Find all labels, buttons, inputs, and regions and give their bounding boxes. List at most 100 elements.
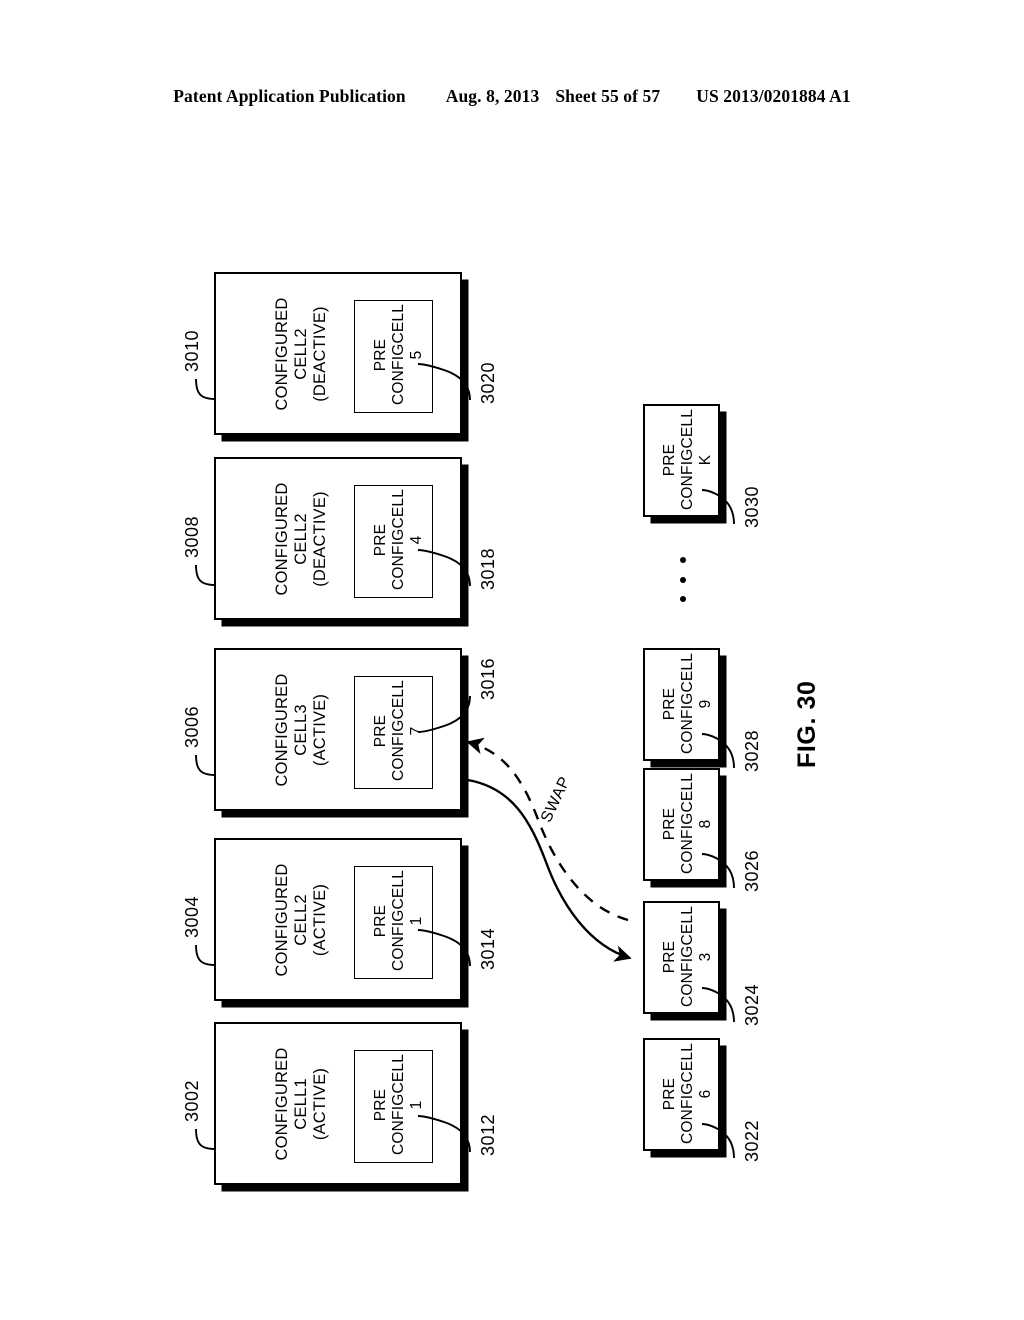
ref-numeral-3028: 3028 — [742, 729, 762, 772]
preconfig-box-3016: PRE CONFIGCELL 7 — [354, 676, 433, 789]
preconfig-box-text-3018: PRE CONFIGCELL 4 — [372, 489, 426, 590]
ref-numeral-3014: 3014 — [478, 927, 498, 970]
configured-cell-card-3002: CONFIGURED CELL1 (ACTIVE) PRE CONFIGCELL… — [214, 1022, 462, 1185]
pre-line-1: PRE — [661, 687, 678, 721]
ref-numeral-3024: 3024 — [742, 983, 762, 1026]
cfg-line-3: (DEACTIVE) — [311, 306, 330, 402]
pre-line-2: CONFIGCELL — [389, 679, 407, 781]
leader-line-3010 — [195, 378, 216, 400]
pre-line-1: PRE — [372, 523, 389, 557]
pre-line-3: 8 — [696, 819, 714, 829]
preconfig-box-3018: PRE CONFIGCELL 4 — [354, 485, 433, 598]
pre-line-1: PRE — [661, 443, 678, 477]
pre-line-2: CONFIGCELL — [678, 652, 696, 754]
configured-cell-card-3008: CONFIGURED CELL2 (DEACTIVE) PRE CONFIGCE… — [214, 457, 462, 620]
figure-label: FIG. 30 — [793, 680, 821, 768]
cfg-line-1: CONFIGURED — [273, 673, 291, 787]
cfg-line-3: (DEACTIVE) — [311, 491, 330, 587]
preconfig-box-text-3012: PRE CONFIGCELL 1 — [372, 1053, 426, 1155]
ref-numeral-3016: 3016 — [478, 657, 498, 700]
cfg-line-3: (ACTIVE) — [311, 883, 330, 957]
preconfig-cell-text-3028: PRE CONFIGCELL 9 — [661, 652, 715, 754]
swap-label: SWAP — [538, 774, 574, 826]
ellipsis-dot — [680, 596, 686, 602]
ref-numeral-3022: 3022 — [742, 1119, 762, 1162]
preconfig-cell-text-3030: PRE CONFIGCELL K — [661, 408, 715, 510]
configured-cell-card-3006: CONFIGURED CELL3 (ACTIVE) PRE CONFIGCELL… — [214, 648, 462, 811]
preconfig-cell-text-3026: PRE CONFIGCELL 8 — [661, 772, 715, 874]
pre-line-3: 7 — [407, 726, 425, 736]
pre-line-2: CONFIGCELL — [678, 408, 696, 510]
preconfig-box-3012: PRE CONFIGCELL 1 — [354, 1050, 433, 1163]
configured-cell-card-3004: CONFIGURED CELL2 (ACTIVE) PRE CONFIGCELL… — [214, 838, 462, 1001]
ref-numeral-3012: 3012 — [478, 1113, 498, 1156]
pre-line-1: PRE — [372, 1088, 389, 1122]
ref-numeral-3008: 3008 — [182, 515, 202, 558]
preconfig-cell-card-3030: PRE CONFIGCELL K — [643, 404, 720, 517]
cfg-line-2: CELL1 — [292, 1078, 311, 1130]
preconfig-cell-card-3024: PRE CONFIGCELL 3 — [643, 901, 720, 1014]
cfg-line-3: (ACTIVE) — [311, 693, 330, 767]
ellipsis-dot — [680, 557, 686, 563]
pre-line-3: 9 — [696, 699, 714, 709]
preconfig-box-text-3014: PRE CONFIGCELL 1 — [372, 869, 426, 971]
pre-line-1: PRE — [372, 904, 389, 938]
cfg-line-3: (ACTIVE) — [311, 1067, 330, 1141]
leader-line-3002 — [195, 1128, 216, 1150]
pre-line-3: 1 — [407, 916, 425, 926]
pre-line-2: CONFIGCELL — [389, 1053, 407, 1155]
pre-line-1: PRE — [661, 1077, 678, 1111]
leader-line-3004 — [195, 944, 216, 966]
cfg-line-1: CONFIGURED — [273, 1047, 291, 1161]
configured-cell-text-3010: CONFIGURED CELL2 (DEACTIVE) — [273, 279, 330, 429]
pre-line-1: PRE — [372, 338, 389, 372]
swap-arrow-dashed-to-configcell7 — [466, 737, 629, 922]
patent-figure-30: CONFIGURED CELL2 (DEACTIVE) PRE CONFIGCE… — [0, 0, 1024, 1320]
pre-line-3: K — [696, 454, 714, 466]
cfg-line-2: CELL2 — [292, 894, 311, 946]
preconfig-box-3014: PRE CONFIGCELL 1 — [354, 866, 433, 979]
ref-numeral-3010: 3010 — [182, 329, 202, 372]
pre-line-3: 4 — [407, 535, 425, 545]
preconfig-box-3020: PRE CONFIGCELL 5 — [354, 300, 433, 413]
pre-line-2: CONFIGCELL — [678, 1042, 696, 1144]
configured-cell-text-3008: CONFIGURED CELL2 (DEACTIVE) — [273, 464, 330, 614]
pre-line-1: PRE — [661, 807, 678, 841]
pre-line-3: 3 — [696, 952, 714, 962]
configured-cell-card-3010: CONFIGURED CELL2 (DEACTIVE) PRE CONFIGCE… — [214, 272, 462, 435]
ref-numeral-3020: 3020 — [478, 361, 498, 404]
ref-numeral-3018: 3018 — [478, 547, 498, 590]
pre-line-3: 6 — [696, 1089, 714, 1099]
preconfig-cell-card-3026: PRE CONFIGCELL 8 — [643, 768, 720, 881]
cfg-line-2: CELL2 — [292, 328, 311, 380]
preconfig-box-text-3020: PRE CONFIGCELL 5 — [372, 303, 426, 405]
pre-line-3: 1 — [407, 1100, 425, 1110]
cfg-line-2: CELL2 — [292, 513, 311, 565]
pre-line-2: CONFIGCELL — [389, 869, 407, 971]
pre-line-2: CONFIGCELL — [678, 772, 696, 874]
ref-numeral-3026: 3026 — [742, 849, 762, 892]
leader-line-3006 — [195, 754, 216, 776]
ref-numeral-3006: 3006 — [182, 705, 202, 748]
cfg-line-2: CELL3 — [292, 704, 311, 756]
preconfig-cell-card-3022: PRE CONFIGCELL 6 — [643, 1038, 720, 1151]
pre-line-2: CONFIGCELL — [389, 303, 407, 405]
cfg-line-1: CONFIGURED — [273, 297, 291, 411]
cfg-line-1: CONFIGURED — [273, 482, 291, 596]
pre-line-1: PRE — [372, 714, 389, 748]
leader-line-3008 — [195, 564, 216, 586]
pre-line-1: PRE — [661, 940, 678, 974]
configured-cell-text-3006: CONFIGURED CELL3 (ACTIVE) — [273, 655, 330, 805]
preconfig-cell-text-3024: PRE CONFIGCELL 3 — [661, 905, 715, 1007]
pre-line-3: 5 — [407, 350, 425, 360]
figure-linework — [195, 363, 735, 1159]
preconfig-box-text-3016: PRE CONFIGCELL 7 — [372, 679, 426, 781]
ref-numeral-3002: 3002 — [182, 1079, 202, 1122]
ref-numeral-3004: 3004 — [182, 895, 202, 938]
pre-line-2: CONFIGCELL — [678, 905, 696, 1007]
configured-cell-text-3004: CONFIGURED CELL2 (ACTIVE) — [273, 845, 330, 995]
preconfig-cell-text-3022: PRE CONFIGCELL 6 — [661, 1042, 715, 1144]
configured-cell-text-3002: CONFIGURED CELL1 (ACTIVE) — [273, 1029, 330, 1179]
preconfig-cell-card-3028: PRE CONFIGCELL 9 — [643, 648, 720, 761]
ellipsis-dot — [680, 577, 686, 583]
